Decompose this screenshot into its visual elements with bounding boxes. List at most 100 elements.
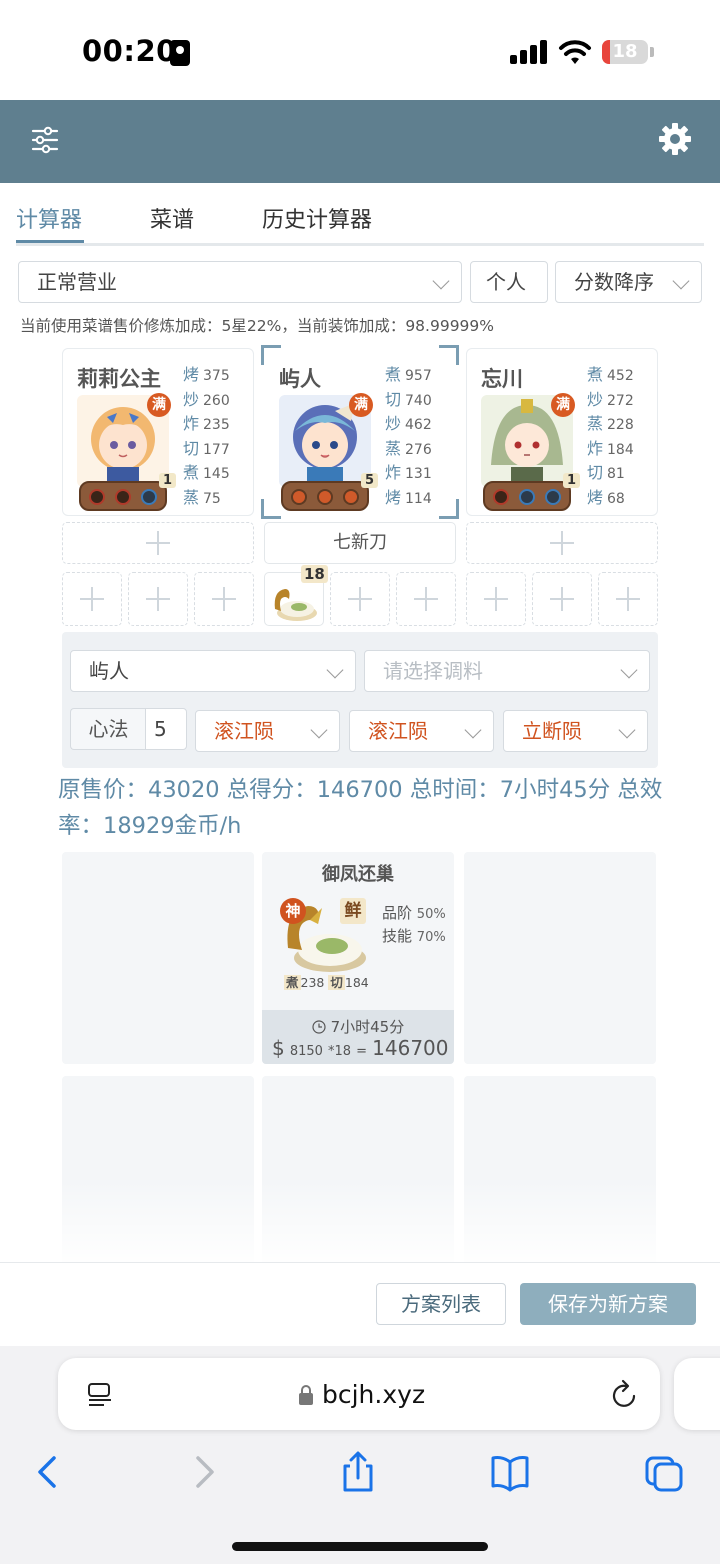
add-dish-slot[interactable] — [598, 572, 658, 626]
chef-select[interactable]: 屿人 — [70, 650, 356, 692]
chef-equipment-slots — [483, 481, 571, 511]
skill-row: 烤 375 — [183, 361, 253, 386]
selection-corner — [439, 345, 459, 365]
chef-level-tag: 5 — [361, 473, 379, 488]
chef-card-3[interactable]: 忘川 满 1 煮 452 炒 272 蒸 228 炸 184 切 81 烤 68 — [466, 348, 658, 516]
dollar-icon: $ — [272, 1036, 285, 1060]
sort-value: 分数降序 — [574, 270, 654, 294]
skill-value: 375 — [203, 368, 230, 384]
share-icon[interactable] — [338, 1450, 378, 1494]
chef-level-tag: 1 — [563, 473, 581, 488]
add-dish-slot[interactable] — [128, 572, 188, 626]
skill-row: 炸 184 — [587, 435, 657, 460]
skill-value: 235 — [203, 417, 230, 433]
plus-icon — [414, 587, 438, 611]
add-dish-slot[interactable] — [532, 572, 592, 626]
business-mode-value: 正常营业 — [37, 270, 117, 294]
score-summary: 原售价：43020 总得分：146700 总时间：7小时45分 总效率：1892… — [58, 777, 663, 839]
jade-select-2[interactable]: 滚江陨 — [349, 710, 494, 752]
plus-icon — [484, 587, 508, 611]
chevron-down-icon — [618, 721, 636, 739]
plus-icon — [348, 587, 372, 611]
skill-percent: 70% — [416, 930, 446, 945]
reader-mode-icon[interactable] — [86, 1380, 114, 1408]
dish-price: 8150 — [289, 1044, 323, 1059]
jade-select-3[interactable]: 立断陨 — [503, 710, 648, 752]
dish-slot-filled[interactable]: 18 — [264, 565, 328, 626]
dish-multiplier: *18 — [328, 1044, 352, 1059]
filter-sliders-icon[interactable] — [30, 125, 60, 155]
skill-type: 炸 — [183, 414, 200, 433]
plan-list-button[interactable]: 方案列表 — [376, 1283, 506, 1325]
skill-value: 131 — [405, 466, 432, 482]
battery-percent: 18 — [612, 41, 638, 62]
tab-recipes[interactable]: 菜谱 — [150, 202, 194, 234]
wifi-icon — [559, 40, 591, 64]
skill-row: 烤 68 — [587, 484, 657, 509]
skill-row: 煮 145 — [183, 459, 253, 484]
reload-icon[interactable] — [610, 1378, 640, 1410]
skill-type: 煮 — [587, 365, 604, 384]
add-equipment-slot-3[interactable] — [466, 522, 658, 564]
add-dish-slot[interactable] — [466, 572, 526, 626]
skill-row: 蒸 228 — [587, 410, 657, 435]
jade-select-1[interactable]: 滚江陨 — [195, 710, 340, 752]
equipment-slot-2[interactable]: 七新刀 — [264, 522, 456, 564]
dish-grade-stat: 品阶 50% — [382, 902, 446, 923]
skill-type: 炒 — [385, 414, 402, 433]
skill-value: 145 — [203, 466, 230, 482]
dish-cell-empty[interactable] — [464, 852, 656, 1064]
selection-corner — [261, 345, 281, 365]
plus-icon — [616, 587, 640, 611]
skill-row: 炸 131 — [385, 459, 455, 484]
tab-calculator[interactable]: 计算器 — [16, 202, 82, 234]
dish-thumbnail-icon — [274, 589, 317, 621]
dish-time: 7小时45分 — [262, 1016, 454, 1037]
equals-sign: = — [356, 1044, 368, 1059]
chef-name: 屿人 — [279, 367, 321, 391]
cellular-signal-icon — [510, 40, 548, 64]
skill-type: 蒸 — [385, 438, 402, 458]
skill-row: 煮 452 — [587, 361, 657, 386]
xinfa-input[interactable]: 5 — [145, 708, 187, 750]
xinfa-label: 心法 — [70, 708, 146, 750]
gear-icon[interactable] — [658, 122, 692, 156]
business-mode-select[interactable]: 正常营业 — [18, 261, 462, 303]
add-equipment-slot-1[interactable] — [62, 522, 254, 564]
next-tab-preview[interactable] — [674, 1358, 720, 1430]
chevron-down-icon — [672, 272, 690, 290]
skill-value: 260 — [203, 392, 230, 409]
skill-type: 炒 — [587, 389, 604, 409]
full-level-badge: 满 — [349, 393, 373, 417]
req-type: 切 — [328, 975, 345, 990]
add-dish-slot[interactable] — [396, 572, 456, 626]
seasoning-select[interactable]: 请选择调料 — [364, 650, 650, 692]
chevron-down-icon — [326, 661, 344, 679]
skill-type: 煮 — [385, 365, 402, 384]
chef-card-1[interactable]: 莉莉公主 满 1 烤 375 炒 260 炸 235 切 177 煮 145 蒸 75 — [62, 348, 254, 516]
chef-name: 忘川 — [481, 367, 523, 391]
plus-icon — [550, 587, 574, 611]
dish-cell-empty[interactable] — [62, 852, 254, 1064]
skill-value: 462 — [405, 417, 432, 433]
tabs-icon[interactable] — [644, 1450, 684, 1494]
skill-type: 切 — [183, 438, 200, 458]
back-icon[interactable] — [28, 1450, 68, 1494]
plus-icon — [146, 587, 170, 611]
sort-select[interactable]: 分数降序 — [555, 261, 702, 303]
bookmarks-icon[interactable] — [490, 1450, 530, 1494]
skill-label: 技能 — [382, 927, 413, 945]
app-header — [0, 100, 720, 183]
scope-select[interactable]: 个人 — [470, 261, 548, 303]
forward-icon[interactable] — [184, 1450, 224, 1494]
skill-row: 蒸 75 — [183, 484, 253, 509]
skill-type: 蒸 — [587, 414, 604, 433]
tab-history-calculator[interactable]: 历史计算器 — [262, 202, 372, 234]
add-dish-slot[interactable] — [62, 572, 122, 626]
add-dish-slot[interactable] — [330, 572, 390, 626]
dish-count-badge: 18 — [301, 565, 328, 583]
chef-equipment-slots — [79, 481, 167, 511]
add-dish-slot[interactable] — [194, 572, 254, 626]
save-new-plan-button[interactable]: 保存为新方案 — [520, 1283, 696, 1325]
chef-card-2-selected[interactable]: 屿人 满 5 煮 957 切 740 炒 462 蒸 276 炸 131 烤 114 — [264, 348, 456, 516]
